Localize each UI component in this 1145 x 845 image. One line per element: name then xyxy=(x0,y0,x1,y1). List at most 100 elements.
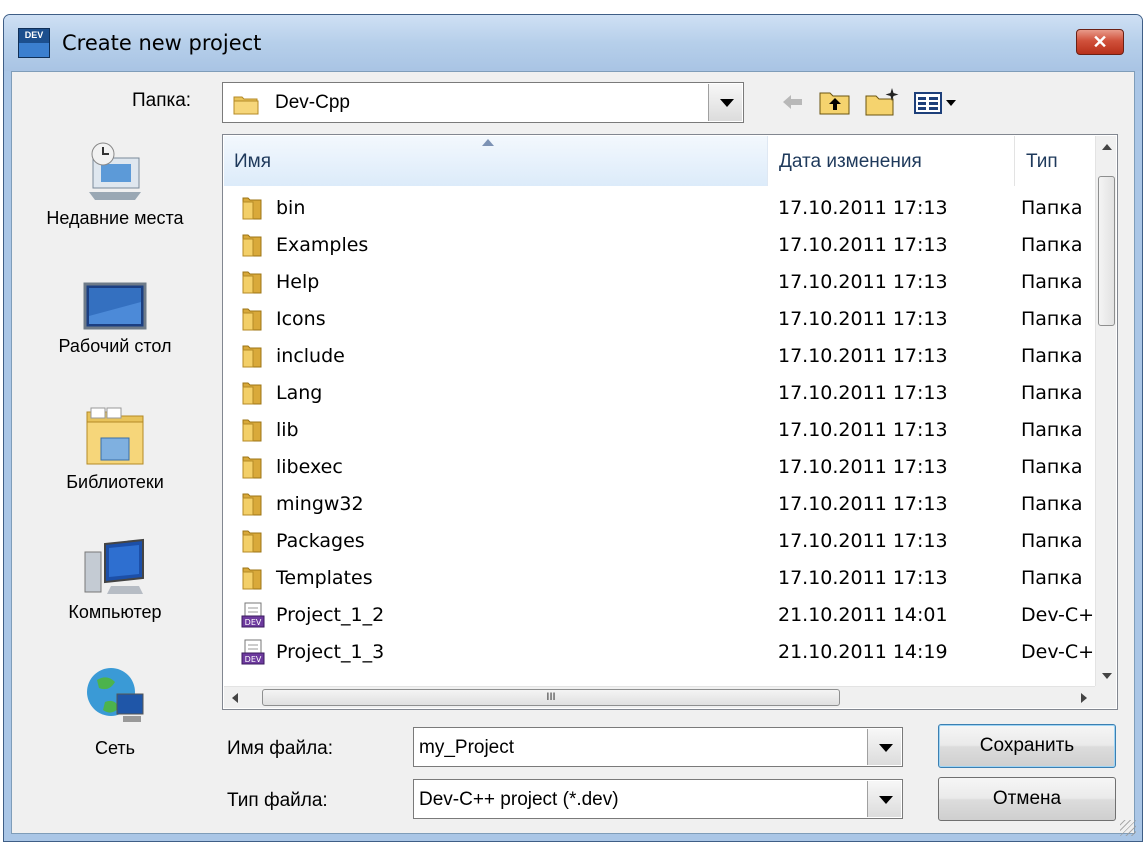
resize-grip-icon[interactable] xyxy=(1120,820,1136,836)
recent-places-icon xyxy=(89,142,141,200)
filename-combo[interactable]: my_Project xyxy=(413,727,903,767)
file-name: Project_1_3 xyxy=(276,641,385,663)
file-date: 17.10.2011 17:13 xyxy=(778,567,948,589)
file-name: lib xyxy=(276,419,299,441)
file-date: 17.10.2011 17:13 xyxy=(778,308,948,330)
save-button[interactable]: Сохранить xyxy=(938,724,1116,768)
folder-value: Dev-Cpp xyxy=(275,92,350,113)
file-type: Папка xyxy=(1021,197,1083,219)
filetype-label: Тип файла: xyxy=(227,790,328,811)
file-type: Dev-C++ xyxy=(1021,641,1096,663)
filetype-select[interactable]: Dev-C++ project (*.dev) xyxy=(413,779,903,819)
file-row[interactable]: Templates 17.10.2011 17:13 Папка xyxy=(224,560,1096,597)
file-type: Папка xyxy=(1021,234,1083,256)
folder-dropdown[interactable]: Dev-Cpp xyxy=(222,82,744,123)
horizontal-scroll-thumb[interactable]: III xyxy=(262,689,840,706)
file-date: 17.10.2011 17:13 xyxy=(778,345,948,367)
chevron-down-icon[interactable] xyxy=(867,781,901,817)
folder-icon xyxy=(241,417,263,449)
chevron-down-icon[interactable] xyxy=(867,729,901,765)
horizontal-scrollbar[interactable]: III xyxy=(224,686,1095,708)
place-label: Сеть xyxy=(94,738,136,758)
arrow-left-icon[interactable] xyxy=(777,86,807,118)
file-type: Папка xyxy=(1021,271,1083,293)
file-row[interactable]: Help 17.10.2011 17:13 Папка xyxy=(224,264,1096,301)
place-label: Недавние места xyxy=(46,208,184,228)
file-row[interactable]: include 17.10.2011 17:13 Папка xyxy=(224,338,1096,375)
file-row[interactable]: bin 17.10.2011 17:13 Папка xyxy=(224,190,1096,227)
column-headers: Имя Дата изменения Тип xyxy=(224,136,1096,186)
column-header-date[interactable]: Дата изменения xyxy=(769,136,1015,186)
filename-input[interactable]: my_Project xyxy=(419,737,514,759)
file-date: 17.10.2011 17:13 xyxy=(778,271,948,293)
scroll-corner xyxy=(1095,686,1116,708)
file-type: Папка xyxy=(1021,530,1083,552)
folder-icon xyxy=(241,491,263,523)
folder-icon xyxy=(233,96,259,115)
file-list[interactable]: Имя Дата изменения Тип bin 17.10.2011 17:… xyxy=(222,134,1118,710)
close-button[interactable]: ✕ xyxy=(1076,29,1124,55)
filename-label: Имя файла: xyxy=(227,738,334,759)
file-name: mingw32 xyxy=(276,493,364,515)
filetype-value: Dev-C++ project (*.dev) xyxy=(419,789,619,810)
place-label: Библиотеки xyxy=(66,472,164,492)
dev-project-file-icon: DEV xyxy=(241,602,267,634)
folder-label: Папка: xyxy=(132,90,192,111)
folder-up-icon[interactable] xyxy=(818,86,852,118)
file-row[interactable]: Packages 17.10.2011 17:13 Папка xyxy=(224,523,1096,560)
file-type: Папка xyxy=(1021,308,1083,330)
scroll-right-icon[interactable] xyxy=(1073,687,1095,708)
file-type: Папка xyxy=(1021,382,1083,404)
file-name: libexec xyxy=(276,456,343,478)
view-menu-icon[interactable] xyxy=(912,86,962,118)
file-row[interactable]: mingw32 17.10.2011 17:13 Папка xyxy=(224,486,1096,523)
column-header-name[interactable]: Имя xyxy=(224,136,768,186)
file-type: Папка xyxy=(1021,493,1083,515)
file-date: 17.10.2011 17:13 xyxy=(778,382,948,404)
place-label: Рабочий стол xyxy=(58,336,172,356)
file-date: 17.10.2011 17:13 xyxy=(778,419,948,441)
file-type: Папка xyxy=(1021,345,1083,367)
file-date: 17.10.2011 17:13 xyxy=(778,530,948,552)
file-date: 17.10.2011 17:13 xyxy=(778,493,948,515)
place-label: Компьютер xyxy=(68,602,162,622)
dev-project-file-icon: DEV xyxy=(241,639,267,668)
scroll-left-icon[interactable] xyxy=(224,687,246,708)
new-folder-icon[interactable] xyxy=(864,86,900,118)
file-row[interactable]: libexec 17.10.2011 17:13 Папка xyxy=(224,449,1096,486)
place-libraries[interactable]: Библиотеки xyxy=(20,404,210,493)
place-network[interactable]: Сеть xyxy=(20,664,210,759)
place-desktop[interactable]: Рабочий стол xyxy=(20,280,210,357)
folder-icon xyxy=(241,269,263,301)
file-type: Папка xyxy=(1021,419,1083,441)
places-bar: Недавние места Рабочий стол Библиотеки К… xyxy=(20,140,210,780)
vertical-scrollbar[interactable] xyxy=(1095,136,1116,687)
place-computer[interactable]: Компьютер xyxy=(20,538,210,623)
file-type: Dev-C++ xyxy=(1021,604,1096,626)
vertical-scroll-thumb[interactable] xyxy=(1098,176,1115,326)
cancel-button[interactable]: Отмена xyxy=(938,777,1116,821)
file-name: Examples xyxy=(276,234,369,256)
desktop-icon xyxy=(83,282,147,330)
file-row[interactable]: DEV Project_1_3 21.10.2011 14:19 Dev-C++ xyxy=(224,634,1096,668)
file-row[interactable]: DEV Project_1_2 21.10.2011 14:01 Dev-C++ xyxy=(224,597,1096,634)
file-name: Lang xyxy=(276,382,323,404)
place-recent[interactable]: Недавние места xyxy=(20,140,210,229)
file-row[interactable]: Icons 17.10.2011 17:13 Папка xyxy=(224,301,1096,338)
network-icon xyxy=(87,668,144,722)
devcpp-app-icon: DEV xyxy=(18,28,50,58)
folder-icon xyxy=(241,306,263,338)
file-rows: bin 17.10.2011 17:13 Папка Examples 17.10.20… xyxy=(224,190,1096,668)
title-bar[interactable]: DEV Create new project ✕ xyxy=(4,15,1142,71)
computer-icon xyxy=(84,538,144,594)
scroll-down-icon[interactable] xyxy=(1096,665,1117,687)
scroll-up-icon[interactable] xyxy=(1096,136,1117,158)
file-row[interactable]: lib 17.10.2011 17:13 Папка xyxy=(224,412,1096,449)
svg-text:DEV: DEV xyxy=(245,655,262,664)
app-icon-text: DEV xyxy=(24,30,44,40)
file-row[interactable]: Lang 17.10.2011 17:13 Папка xyxy=(224,375,1096,412)
file-row[interactable]: Examples 17.10.2011 17:13 Папка xyxy=(224,227,1096,264)
file-date: 21.10.2011 14:01 xyxy=(778,604,948,626)
chevron-down-icon[interactable] xyxy=(708,84,742,121)
column-header-type[interactable]: Тип xyxy=(1016,136,1096,186)
